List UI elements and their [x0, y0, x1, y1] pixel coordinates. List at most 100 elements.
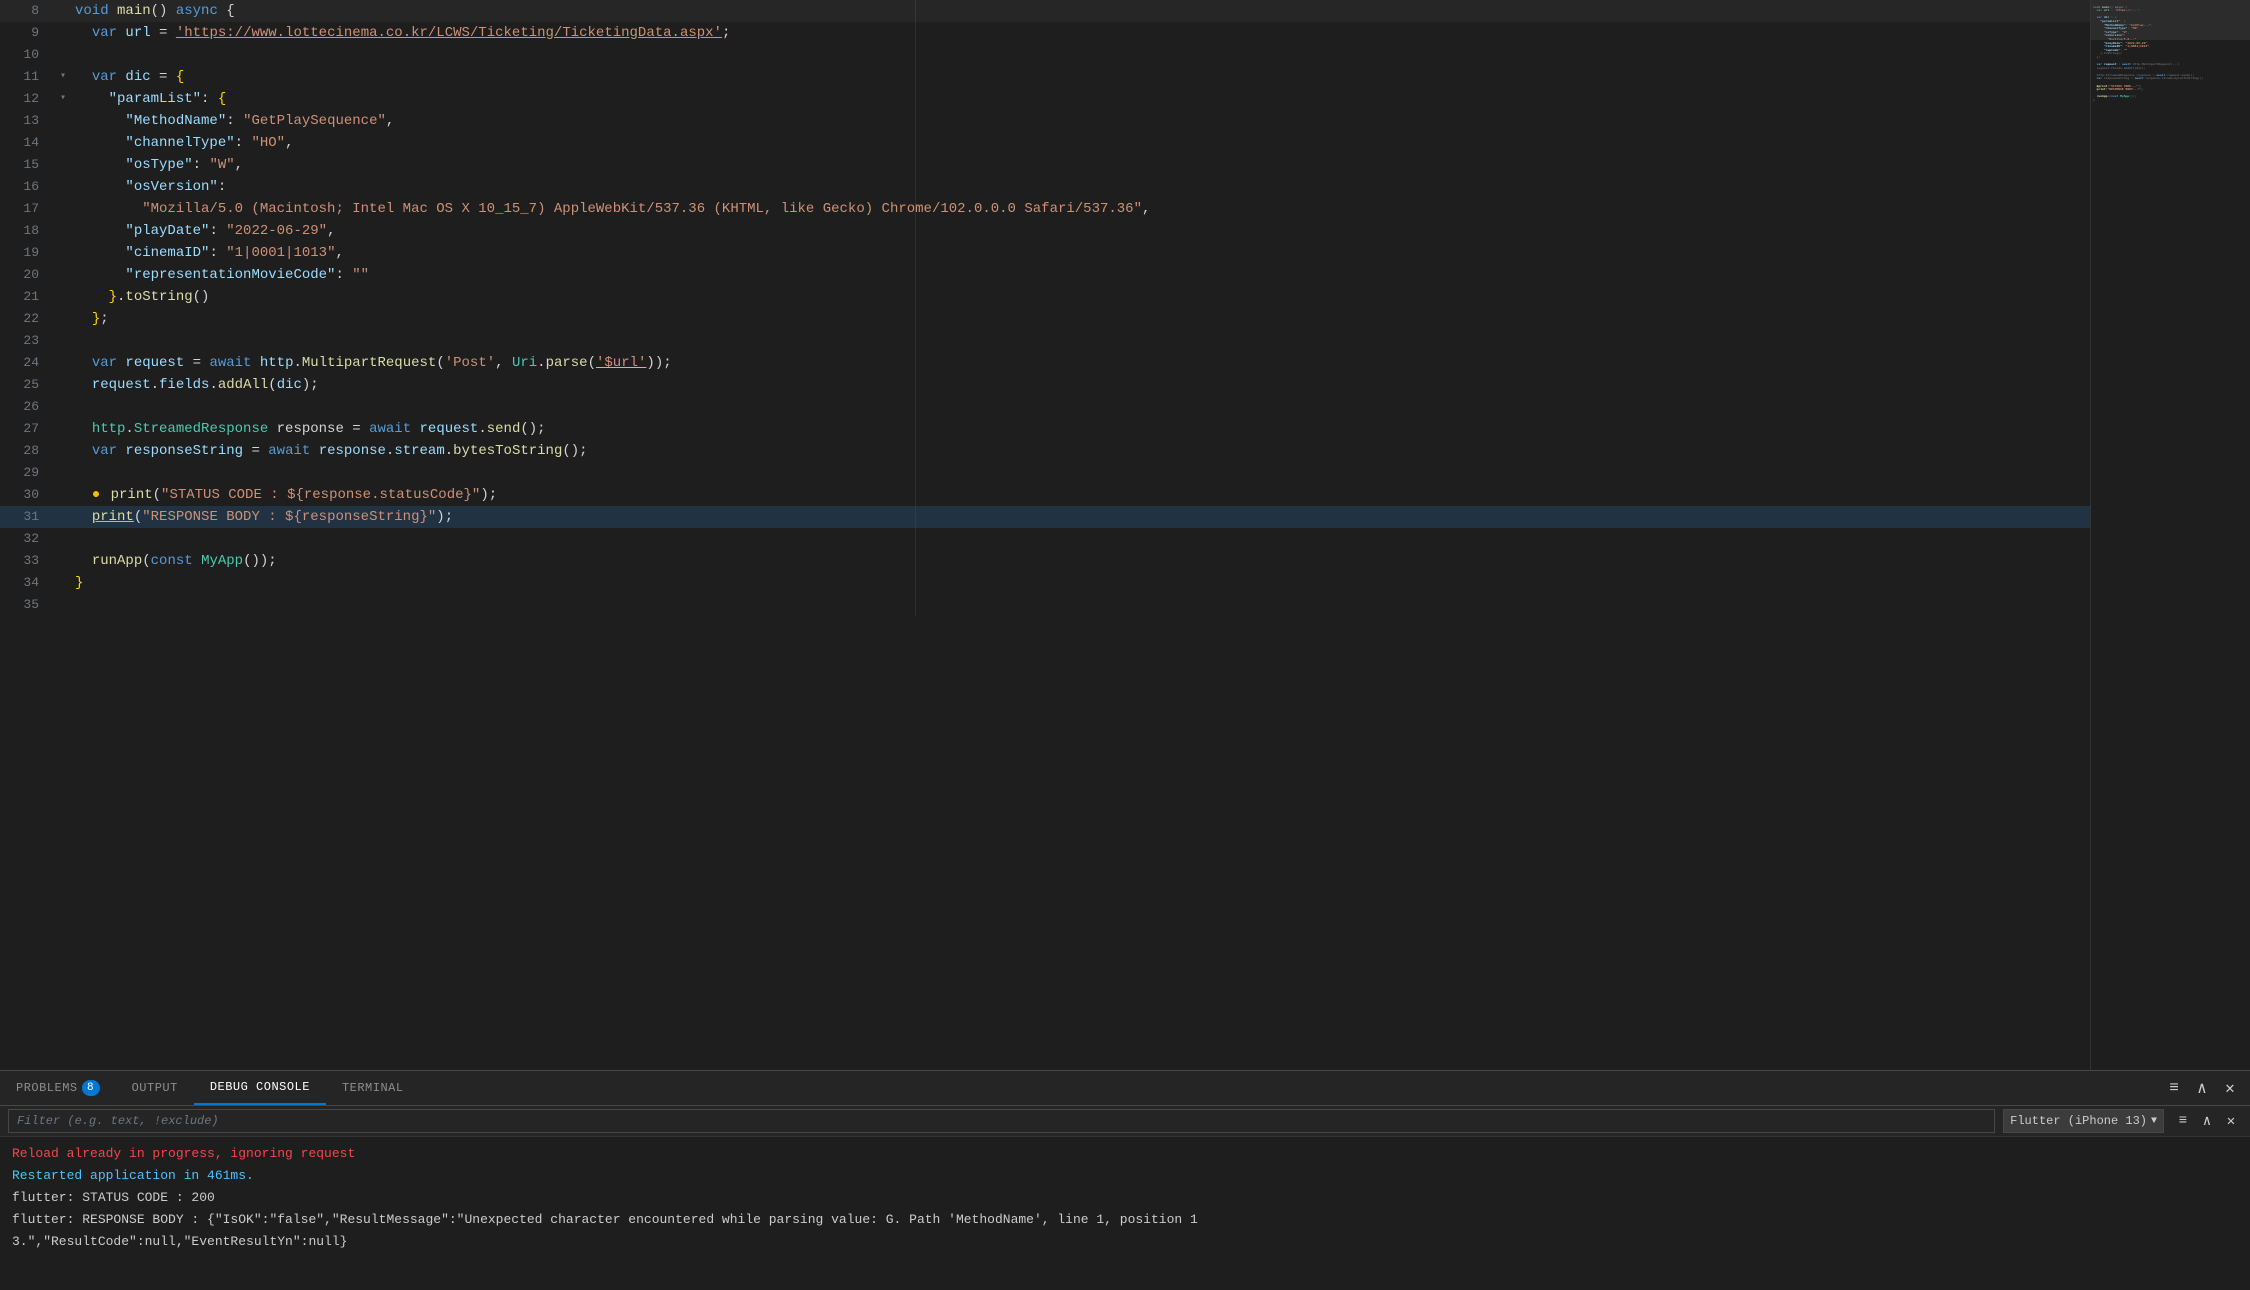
code-line: 29: [0, 462, 2090, 484]
fold-arrow[interactable]: ▾: [55, 66, 71, 88]
fold-arrow[interactable]: ▾: [55, 88, 71, 110]
close-console-button[interactable]: ✕: [2220, 1110, 2242, 1132]
line-content: var responseString = await response.stre…: [71, 440, 2090, 462]
line-content: "playDate": "2022-06-29",: [71, 220, 2090, 242]
line-number: 29: [0, 462, 55, 484]
line-number: 13: [0, 110, 55, 132]
code-line: 35: [0, 594, 2090, 616]
code-line: 17 "Mozilla/5.0 (Macintosh; Intel Mac OS…: [0, 198, 2090, 220]
filter-row: Flutter (iPhone 13) ▼ ≡ ∧ ✕: [0, 1106, 2250, 1137]
code-line: 13 "MethodName": "GetPlaySequence",: [0, 110, 2090, 132]
line-number: 12: [0, 88, 55, 110]
code-line: 8 void main() async {: [0, 0, 2090, 22]
minimap-highlight: [2091, 0, 2250, 40]
code-line: 9 var url = 'https://www.lottecinema.co.…: [0, 22, 2090, 44]
bottom-panel: PROBLEMS8OUTPUTDEBUG CONSOLETERMINAL ≡ ∧…: [0, 1070, 2250, 1290]
console-line: Reload already in progress, ignoring req…: [12, 1143, 2238, 1165]
code-line: 34}: [0, 572, 2090, 594]
code-lines-container: 8void main() async {9 var url = 'https:/…: [0, 0, 2090, 616]
line-content: "representationMovieCode": "": [71, 264, 2090, 286]
code-line: 23: [0, 330, 2090, 352]
line-content: ● print("STATUS CODE : ${response.status…: [71, 484, 2090, 506]
line-number: 16: [0, 176, 55, 198]
line-number: 19: [0, 242, 55, 264]
panel-tab-problems[interactable]: PROBLEMS8: [0, 1071, 116, 1105]
problems-badge: 8: [82, 1080, 100, 1096]
line-number: 23: [0, 330, 55, 352]
line-content: var request = await http.MultipartReques…: [71, 352, 2090, 374]
line-number: 27: [0, 418, 55, 440]
code-line: 24 var request = await http.MultipartReq…: [0, 352, 2090, 374]
line-number: 9: [0, 22, 55, 44]
up-icon-button[interactable]: ∧: [2196, 1110, 2218, 1132]
line-number: 33: [0, 550, 55, 572]
console-line: flutter: STATUS CODE : 200: [12, 1187, 2238, 1209]
line-number: 14: [0, 132, 55, 154]
code-line: 32: [0, 528, 2090, 550]
code-line: 18 "playDate": "2022-06-29",: [0, 220, 2090, 242]
code-line: 19 "cinemaID": "1|0001|1013",: [0, 242, 2090, 264]
maximize-panel-button[interactable]: ∧: [2190, 1076, 2214, 1100]
line-content: "osType": "W",: [71, 154, 2090, 176]
list-icon-button[interactable]: ≡: [2172, 1110, 2194, 1132]
line-content: "osVersion":: [71, 176, 2090, 198]
debug-breakpoint-icon: ●: [92, 487, 109, 503]
code-line: 27 http.StreamedResponse response = awai…: [0, 418, 2090, 440]
debug-dropdown[interactable]: Flutter (iPhone 13) ▼: [2003, 1109, 2164, 1133]
line-number: 21: [0, 286, 55, 308]
line-number: 15: [0, 154, 55, 176]
line-number: 11: [0, 66, 55, 88]
panel-tabs: PROBLEMS8OUTPUTDEBUG CONSOLETERMINAL ≡ ∧…: [0, 1071, 2250, 1106]
code-line: 14 "channelType": "HO",: [0, 132, 2090, 154]
panel-tab-debug[interactable]: DEBUG CONSOLE: [194, 1071, 326, 1105]
filter-input[interactable]: [8, 1109, 1995, 1133]
line-content: "channelType": "HO",: [71, 132, 2090, 154]
line-content: var url = 'https://www.lottecinema.co.kr…: [71, 22, 2090, 44]
code-line: 33 runApp(const MyApp());: [0, 550, 2090, 572]
panel-tab-terminal[interactable]: TERMINAL: [326, 1071, 420, 1105]
console-line: 3.","ResultCode":null,"EventResultYn":nu…: [12, 1231, 2238, 1253]
line-number: 31: [0, 506, 55, 528]
line-content: http.StreamedResponse response = await r…: [71, 418, 2090, 440]
code-line: 16 "osVersion":: [0, 176, 2090, 198]
line-content: "Mozilla/5.0 (Macintosh; Intel Mac OS X …: [71, 198, 2090, 220]
line-number: 34: [0, 572, 55, 594]
line-number: 25: [0, 374, 55, 396]
line-number: 17: [0, 198, 55, 220]
console-output: Reload already in progress, ignoring req…: [0, 1137, 2250, 1290]
console-line: flutter: RESPONSE BODY : {"IsOK":"false"…: [12, 1209, 2238, 1231]
code-line: 25 request.fields.addAll(dic);: [0, 374, 2090, 396]
code-line: 10: [0, 44, 2090, 66]
code-line: 26: [0, 396, 2090, 418]
line-number: 35: [0, 594, 55, 616]
line-content: };: [71, 308, 2090, 330]
line-number: 32: [0, 528, 55, 550]
line-content: var dic = {: [71, 66, 2090, 88]
code-panel[interactable]: 8void main() async {9 var url = 'https:/…: [0, 0, 2090, 1070]
panel-controls: ≡ ∧ ✕: [2162, 1076, 2250, 1100]
code-line: 31 print("RESPONSE BODY : ${responseStri…: [0, 506, 2090, 528]
line-number: 20: [0, 264, 55, 286]
line-content: request.fields.addAll(dic);: [71, 374, 2090, 396]
line-content: runApp(const MyApp());: [71, 550, 2090, 572]
code-line: 11▾ var dic = {: [0, 66, 2090, 88]
close-panel-button[interactable]: ✕: [2218, 1076, 2242, 1100]
panel-tab-output[interactable]: OUTPUT: [116, 1071, 194, 1105]
line-number: 10: [0, 44, 55, 66]
chevron-down-icon: ▼: [2151, 1116, 2157, 1127]
debug-icons: ≡ ∧ ✕: [2172, 1110, 2242, 1132]
line-content: "paramList": {: [71, 88, 2090, 110]
code-line: 28 var responseString = await response.s…: [0, 440, 2090, 462]
line-number: 8: [0, 0, 55, 22]
line-content: "cinemaID": "1|0001|1013",: [71, 242, 2090, 264]
line-number: 18: [0, 220, 55, 242]
minimap: void main() async { var url = 'https://.…: [2090, 0, 2250, 1070]
wrap-lines-button[interactable]: ≡: [2162, 1076, 2186, 1100]
code-line: 12▾ "paramList": {: [0, 88, 2090, 110]
line-number: 28: [0, 440, 55, 462]
panel-tabs-container: PROBLEMS8OUTPUTDEBUG CONSOLETERMINAL: [0, 1071, 420, 1105]
code-line: 21 }.toString(): [0, 286, 2090, 308]
code-line: 20 "representationMovieCode": "": [0, 264, 2090, 286]
line-content: void main() async {: [71, 0, 2090, 22]
line-content: "MethodName": "GetPlaySequence",: [71, 110, 2090, 132]
